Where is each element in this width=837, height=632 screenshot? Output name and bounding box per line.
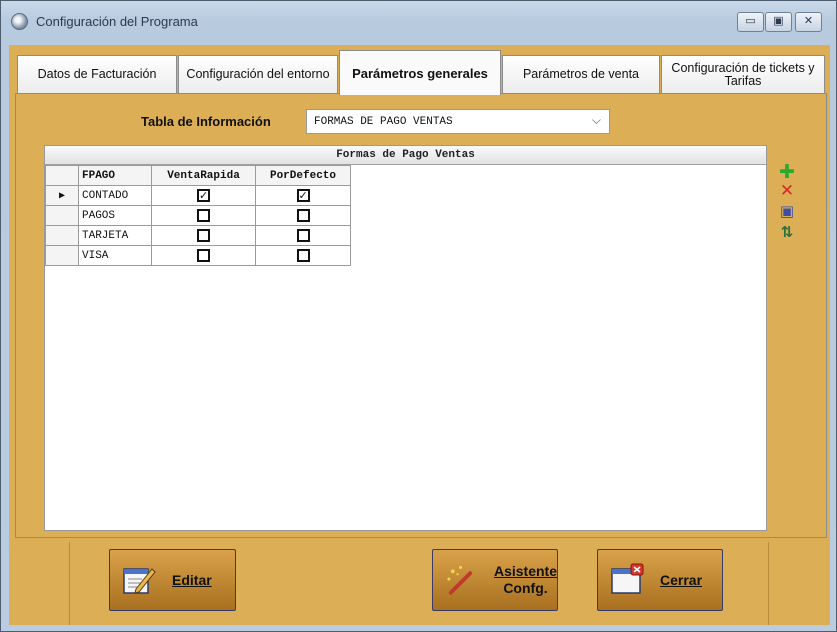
checkbox-pordefecto[interactable] xyxy=(296,248,310,262)
table-row[interactable]: TARJETA xyxy=(45,225,351,246)
edit-pencil-icon xyxy=(123,568,156,594)
column-header-fpago[interactable]: FPAGO xyxy=(78,165,152,186)
cell-fpago[interactable]: VISA xyxy=(78,245,152,266)
window-title: Configuración del Programa xyxy=(36,14,198,29)
client-area: Datos de Facturación Configuración del e… xyxy=(9,45,830,625)
cell-fpago[interactable]: PAGOS xyxy=(78,205,152,226)
floppy-disk-icon[interactable]: ▣ xyxy=(779,203,795,219)
tab-configuracion-tickets[interactable]: Configuración de tickets y Tarifas xyxy=(661,55,825,93)
table-row[interactable]: PAGOS xyxy=(45,205,351,226)
edit-button-label: Editar xyxy=(172,571,212,588)
table-row[interactable]: ▶ CONTADO ✓ ✓ xyxy=(45,185,351,206)
table-row[interactable]: VISA xyxy=(45,245,351,266)
app-gear-icon xyxy=(11,13,28,30)
tab-strip: Datos de Facturación Configuración del e… xyxy=(15,48,827,95)
checkbox-pordefecto[interactable] xyxy=(296,208,310,222)
column-header-ventarapida[interactable]: VentaRapida xyxy=(151,165,256,186)
row-indicator-empty xyxy=(45,245,79,266)
cell-fpago[interactable]: CONTADO xyxy=(78,185,152,206)
chevron-down-icon[interactable]: ⌵ xyxy=(592,113,601,128)
minimize-button[interactable]: ▭ xyxy=(737,12,764,32)
row-indicator-icon: ▶ xyxy=(45,185,79,206)
delete-x-icon[interactable]: ✕ xyxy=(779,183,795,200)
window-close-icon xyxy=(611,563,644,594)
close-button-label: Cerrar xyxy=(660,571,703,588)
title-bar[interactable]: Configuración del Programa ▭ ▣ ✕ xyxy=(1,1,836,41)
checkbox-pordefecto[interactable] xyxy=(296,228,310,242)
grid-caption: Formas de Pago Ventas xyxy=(45,146,766,165)
tab-page-parametros-generales: Tabla de Información FORMAS DE PAGO VENT… xyxy=(15,93,827,538)
tab-parametros-generales[interactable]: Parámetros generales xyxy=(339,50,501,95)
bottom-button-bar: Editar Asistente Confg. Cerrar xyxy=(69,542,769,625)
grid-table: FPAGO VentaRapida PorDefecto ▶ CONTADO ✓… xyxy=(45,165,351,266)
grid-corner xyxy=(45,165,79,186)
edit-button[interactable]: Editar xyxy=(109,549,236,611)
tab-parametros-venta[interactable]: Parámetros de venta xyxy=(502,55,660,93)
tab-datos-facturacion[interactable]: Datos de Facturación xyxy=(17,55,177,93)
info-table-selected-value: FORMAS DE PAGO VENTAS xyxy=(314,116,453,128)
info-table-select[interactable]: FORMAS DE PAGO VENTAS ⌵ xyxy=(306,109,610,134)
info-table-label: Tabla de Información xyxy=(141,114,271,129)
close-window-button[interactable]: ✕ xyxy=(795,12,822,32)
grid-header-row: FPAGO VentaRapida PorDefecto xyxy=(45,165,351,186)
checkbox-ventarapida[interactable] xyxy=(197,208,210,222)
checkbox-ventarapida[interactable] xyxy=(197,248,210,262)
row-indicator-empty xyxy=(45,225,79,246)
checkbox-pordefecto[interactable]: ✓ xyxy=(296,188,310,202)
maximize-button[interactable]: ▣ xyxy=(765,12,792,32)
plus-icon[interactable]: ✚ xyxy=(779,163,795,182)
column-header-pordefecto[interactable]: PorDefecto xyxy=(255,165,351,186)
cell-fpago[interactable]: TARJETA xyxy=(78,225,152,246)
wizard-button-label-line2: Confg. xyxy=(503,580,548,596)
wizard-button-label-line1: Asistente xyxy=(493,563,557,579)
checkbox-ventarapida[interactable] xyxy=(197,228,210,242)
sort-icon[interactable]: ⇅ xyxy=(779,224,795,240)
magic-wand-icon xyxy=(447,565,473,595)
close-button[interactable]: Cerrar xyxy=(597,549,723,611)
row-indicator-empty xyxy=(45,205,79,226)
app-window: Configuración del Programa ▭ ▣ ✕ Datos d… xyxy=(0,0,837,632)
tab-configuracion-entorno[interactable]: Configuración del entorno xyxy=(178,55,338,93)
checkbox-ventarapida[interactable]: ✓ xyxy=(197,188,210,202)
config-wizard-button[interactable]: Asistente Confg. xyxy=(432,549,558,611)
formas-pago-grid[interactable]: Formas de Pago Ventas FPAGO VentaRapida … xyxy=(44,145,767,531)
